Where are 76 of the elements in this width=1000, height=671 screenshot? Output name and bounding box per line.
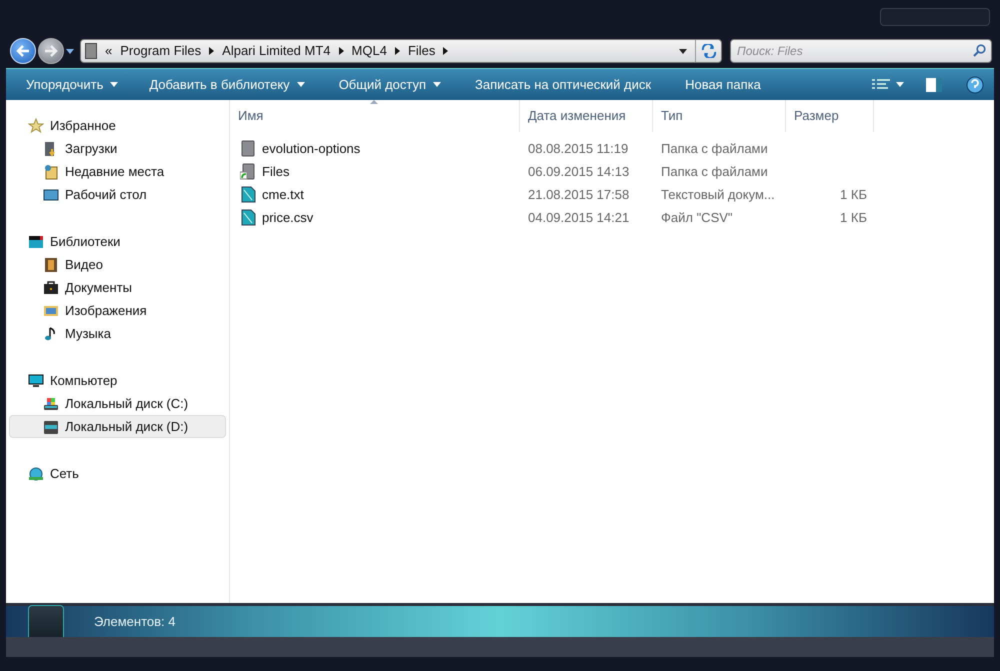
toolbar-button[interactable]: Общий доступ <box>322 74 458 94</box>
address-bar[interactable]: « Program Files Alpari Limited MT4 MQL4 Files <box>80 39 722 63</box>
column-header[interactable]: Имя <box>230 100 520 132</box>
list-icon <box>872 78 890 90</box>
refresh-icon <box>700 44 716 58</box>
sidebar-group[interactable]: Библиотеки <box>6 230 225 253</box>
sidebar-item[interactable]: Видео <box>9 253 226 276</box>
breadcrumb[interactable]: MQL4 <box>352 41 387 61</box>
toolbar-button[interactable]: Добавить в библиотеку <box>132 74 322 94</box>
file-icon <box>240 186 256 203</box>
sort-arrow-icon <box>370 100 378 104</box>
breadcrumb-arrow-icon[interactable] <box>338 47 344 55</box>
sidebar-item[interactable]: Локальный диск (C:) <box>9 392 226 415</box>
sidebar-item[interactable]: Рабочий стол <box>9 183 226 206</box>
library-icon <box>28 234 44 250</box>
help-icon[interactable] <box>966 76 984 94</box>
file-name[interactable]: price.csv <box>262 208 314 228</box>
sidebar-group[interactable]: Сеть <box>6 462 225 485</box>
breadcrumb[interactable]: Program Files <box>120 41 202 61</box>
forward-button[interactable] <box>38 38 64 64</box>
documents-icon <box>43 280 59 296</box>
preview-pane-icon[interactable] <box>926 78 942 92</box>
toolbar-button[interactable]: Записать на оптический диск <box>458 74 668 94</box>
date-modified: 04.09.2015 14:21 <box>528 210 630 225</box>
file-type: Текстовый докум... <box>661 186 775 202</box>
file-type: Папка с файлами <box>661 140 768 156</box>
sidebar-item[interactable]: Музыка <box>9 322 226 345</box>
path-overflow-button[interactable]: « <box>105 41 112 61</box>
system-drive-icon <box>43 396 59 412</box>
breadcrumb-arrow-icon[interactable] <box>443 47 448 55</box>
star-icon <box>28 118 44 134</box>
network-icon <box>28 466 44 482</box>
sidebar-item[interactable]: Изображения <box>9 299 226 322</box>
file-icon <box>240 209 256 226</box>
date-modified: 21.08.2015 17:58 <box>528 186 630 202</box>
caret-icon <box>896 82 904 87</box>
date-modified: 06.09.2015 14:13 <box>528 164 630 179</box>
search-icon <box>973 44 986 57</box>
desktop-icon <box>43 186 59 202</box>
file-size: 1 КБ <box>840 186 867 204</box>
recent-icon <box>43 164 59 180</box>
breadcrumb[interactable]: Files <box>408 41 436 61</box>
file-name[interactable]: cme.txt <box>262 184 304 204</box>
back-button[interactable] <box>10 38 36 64</box>
file-type: Файл "CSV" <box>661 210 733 225</box>
dropdown-caret-icon[interactable] <box>679 48 687 54</box>
column-header[interactable]: Тип <box>653 100 786 132</box>
video-icon <box>43 256 59 272</box>
column-header[interactable]: Размер <box>786 100 874 132</box>
folder-icon <box>85 43 97 59</box>
date-modified: 08.08.2015 11:19 <box>528 140 628 156</box>
breadcrumb-arrow-icon[interactable] <box>209 47 214 55</box>
breadcrumb[interactable]: Alpari Limited MT4 <box>222 41 331 61</box>
folder-icon <box>240 140 256 157</box>
toolbar-button[interactable]: Новая папка <box>668 74 778 94</box>
file-type: Папка с файлами <box>661 164 768 179</box>
sidebar-item[interactable]: Недавние места <box>9 160 226 183</box>
history-caret-icon[interactable] <box>66 48 74 54</box>
file-size: 1 КБ <box>840 208 867 227</box>
folder-icon <box>240 163 256 180</box>
sidebar-item[interactable]: Документы <box>9 276 226 299</box>
forward-arrow-icon <box>44 45 58 57</box>
file-name[interactable]: Files <box>262 162 290 182</box>
drive-icon <box>43 418 59 434</box>
item-count: Элементов: 4 <box>94 612 176 631</box>
column-header[interactable]: Дата изменения <box>520 100 653 132</box>
sidebar-item[interactable]: Загрузки <box>9 137 226 160</box>
breadcrumb-arrow-icon[interactable] <box>394 47 400 55</box>
sidebar-item[interactable]: Локальный диск (D:) <box>9 415 226 438</box>
search-field[interactable]: Поиск: Files <box>730 39 992 63</box>
back-arrow-icon <box>16 45 30 57</box>
computer-icon <box>28 372 44 388</box>
toolbar-button[interactable]: Упорядочить <box>6 74 132 94</box>
sidebar-group[interactable]: Избранное <box>6 114 225 137</box>
file-name[interactable]: evolution-options <box>262 138 360 158</box>
sidebar-group[interactable]: Компьютер <box>6 369 225 392</box>
